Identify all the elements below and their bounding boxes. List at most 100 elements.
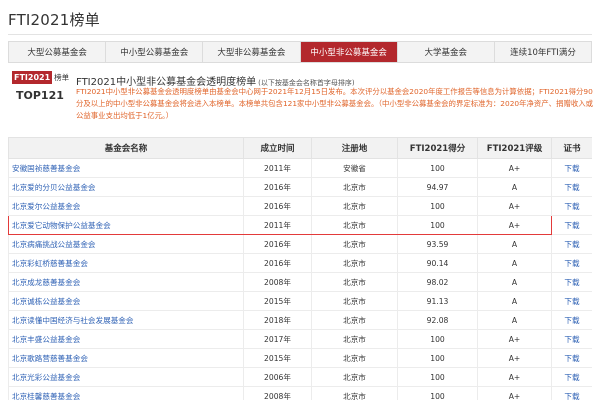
table-row: 北京读懂中国经济与社会发展基金会 2018年 北京市 92.08 A 下载 bbox=[8, 310, 592, 330]
foundation-name-link[interactable]: 北京诚栋公益基金会 bbox=[8, 291, 244, 311]
fti-score: 94.97 bbox=[397, 177, 478, 197]
registration-place: 安徽省 bbox=[311, 158, 398, 178]
foundation-name-link[interactable]: 北京成龙慈善基金会 bbox=[8, 272, 244, 292]
certificate-download-link[interactable]: 下载 bbox=[551, 386, 592, 400]
ranking-table-container: 基金会名称 成立时间 注册地 FTI2021得分 FTI2021评级 证书 安徽… bbox=[8, 137, 592, 400]
fti-rating: A bbox=[477, 177, 552, 197]
fti-score: 90.14 bbox=[397, 253, 478, 273]
fti-score: 100 bbox=[397, 329, 478, 349]
fti-rating: A+ bbox=[477, 386, 552, 400]
founded-year: 2015年 bbox=[243, 291, 312, 311]
table-row-highlighted: 北京爱它动物保护公益基金会 2011年 北京市 100 A+ 下载 bbox=[8, 215, 592, 235]
foundation-name-link[interactable]: 北京彩虹桥慈善基金会 bbox=[8, 253, 244, 273]
fti-score: 100 bbox=[397, 348, 478, 368]
fti-score: 100 bbox=[397, 367, 478, 387]
certificate-download-link[interactable]: 下载 bbox=[551, 234, 592, 254]
certificate-download-link[interactable]: 下载 bbox=[551, 196, 592, 216]
founded-year: 2006年 bbox=[243, 367, 312, 387]
table-row: 北京彩虹桥慈善基金会 2016年 北京市 90.14 A 下载 bbox=[8, 253, 592, 273]
certificate-download-link[interactable]: 下载 bbox=[551, 329, 592, 349]
foundation-name-link[interactable]: 北京病痛挑战公益基金会 bbox=[8, 234, 244, 254]
registration-place: 北京市 bbox=[311, 177, 398, 197]
registration-place: 北京市 bbox=[311, 253, 398, 273]
certificate-download-link[interactable]: 下载 bbox=[551, 253, 592, 273]
title-divider bbox=[8, 34, 592, 35]
ranking-table: 基金会名称 成立时间 注册地 FTI2021得分 FTI2021评级 证书 安徽… bbox=[8, 137, 592, 400]
header-year: 成立时间 bbox=[243, 137, 312, 159]
header-place: 注册地 bbox=[311, 137, 398, 159]
table-row: 北京桂馨慈善基金会 2008年 北京市 100 A+ 下载 bbox=[8, 386, 592, 400]
fti-score: 93.59 bbox=[397, 234, 478, 254]
registration-place: 北京市 bbox=[311, 386, 398, 400]
founded-year: 2016年 bbox=[243, 234, 312, 254]
category-tabs: 大型公募基金会 中小型公募基金会 大型非公募基金会 中小型非公募基金会 大学基金… bbox=[8, 41, 592, 63]
fti-score: 91.13 bbox=[397, 291, 478, 311]
page-title: FTI2021榜单 bbox=[8, 11, 100, 29]
fti-logo: FTI2021 榜单 TOP121 bbox=[12, 70, 72, 102]
fti-rating: A bbox=[477, 310, 552, 330]
tab-ten-years-full[interactable]: 连续10年FTI满分 bbox=[494, 42, 592, 62]
tab-small-private[interactable]: 中小型非公募基金会 bbox=[300, 42, 398, 62]
founded-year: 2016年 bbox=[243, 253, 312, 273]
fti-score: 100 bbox=[397, 196, 478, 216]
logo-rank-text: 榜单 bbox=[54, 72, 70, 82]
certificate-download-link[interactable]: 下载 bbox=[551, 177, 592, 197]
table-row: 北京病痛挑战公益基金会 2016年 北京市 93.59 A 下载 bbox=[8, 234, 592, 254]
registration-place: 北京市 bbox=[311, 310, 398, 330]
certificate-download-link[interactable]: 下载 bbox=[551, 348, 592, 368]
certificate-download-link[interactable]: 下载 bbox=[551, 291, 592, 311]
certificate-download-link[interactable]: 下载 bbox=[551, 272, 592, 292]
fti-score: 98.02 bbox=[397, 272, 478, 292]
registration-place: 北京市 bbox=[311, 215, 398, 235]
foundation-name-link[interactable]: 北京丰盛公益基金会 bbox=[8, 329, 244, 349]
logo-badge: FTI2021 bbox=[12, 70, 53, 84]
fti-rating: A bbox=[477, 253, 552, 273]
fti-rating: A bbox=[477, 272, 552, 292]
logo-top-count: TOP121 bbox=[16, 89, 64, 102]
fti-rating: A+ bbox=[477, 329, 552, 349]
certificate-download-link[interactable]: 下载 bbox=[551, 367, 592, 387]
table-row: 北京爱的分贝公益基金会 2016年 北京市 94.97 A 下载 bbox=[8, 177, 592, 197]
header-name: 基金会名称 bbox=[8, 137, 244, 159]
certificate-download-link[interactable]: 下载 bbox=[551, 158, 592, 178]
foundation-name-link[interactable]: 北京爱的分贝公益基金会 bbox=[8, 177, 244, 197]
table-row: 安徽国祯慈善基金会 2011年 安徽省 100 A+ 下载 bbox=[8, 158, 592, 178]
foundation-name-link[interactable]: 北京读懂中国经济与社会发展基金会 bbox=[8, 310, 244, 330]
founded-year: 2017年 bbox=[243, 329, 312, 349]
registration-place: 北京市 bbox=[311, 196, 398, 216]
founded-year: 2016年 bbox=[243, 177, 312, 197]
table-row: 北京歌路营慈善基金会 2015年 北京市 100 A+ 下载 bbox=[8, 348, 592, 368]
certificate-download-link[interactable]: 下载 bbox=[551, 310, 592, 330]
list-description: FTI2021中小型非公募基金会透明度榜单由基金会中心网于2021年12月15日… bbox=[76, 87, 594, 120]
tab-large-private[interactable]: 大型非公募基金会 bbox=[203, 42, 301, 62]
header-cert: 证书 bbox=[551, 137, 592, 159]
founded-year: 2008年 bbox=[243, 272, 312, 292]
foundation-name-link[interactable]: 北京爱尔公益基金会 bbox=[8, 196, 244, 216]
foundation-name-link[interactable]: 北京爱它动物保护公益基金会 bbox=[8, 215, 244, 235]
registration-place: 北京市 bbox=[311, 348, 398, 368]
table-row: 北京诚栋公益基金会 2015年 北京市 91.13 A 下载 bbox=[8, 291, 592, 311]
fti-score: 100 bbox=[397, 386, 478, 400]
foundation-name-link[interactable]: 北京光彩公益基金会 bbox=[8, 367, 244, 387]
table-row: 北京爱尔公益基金会 2016年 北京市 100 A+ 下载 bbox=[8, 196, 592, 216]
table-row: 北京成龙慈善基金会 2008年 北京市 98.02 A 下载 bbox=[8, 272, 592, 292]
founded-year: 2016年 bbox=[243, 196, 312, 216]
registration-place: 北京市 bbox=[311, 367, 398, 387]
table-row: 北京光彩公益基金会 2006年 北京市 100 A+ 下载 bbox=[8, 367, 592, 387]
foundation-name-link[interactable]: 安徽国祯慈善基金会 bbox=[8, 158, 244, 178]
table-row: 北京丰盛公益基金会 2017年 北京市 100 A+ 下载 bbox=[8, 329, 592, 349]
foundation-name-link[interactable]: 北京桂馨慈善基金会 bbox=[8, 386, 244, 400]
founded-year: 2011年 bbox=[243, 215, 312, 235]
founded-year: 2011年 bbox=[243, 158, 312, 178]
foundation-name-link[interactable]: 北京歌路营慈善基金会 bbox=[8, 348, 244, 368]
registration-place: 北京市 bbox=[311, 291, 398, 311]
founded-year: 2008年 bbox=[243, 386, 312, 400]
fti-rating: A+ bbox=[477, 215, 552, 235]
fti-score: 100 bbox=[397, 158, 478, 178]
table-header-row: 基金会名称 成立时间 注册地 FTI2021得分 FTI2021评级 证书 bbox=[8, 137, 592, 159]
certificate-download-link[interactable]: 下载 bbox=[551, 215, 592, 235]
tab-small-public[interactable]: 中小型公募基金会 bbox=[106, 42, 204, 62]
tab-university[interactable]: 大学基金会 bbox=[397, 42, 495, 62]
tab-large-public[interactable]: 大型公募基金会 bbox=[9, 42, 107, 62]
registration-place: 北京市 bbox=[311, 272, 398, 292]
